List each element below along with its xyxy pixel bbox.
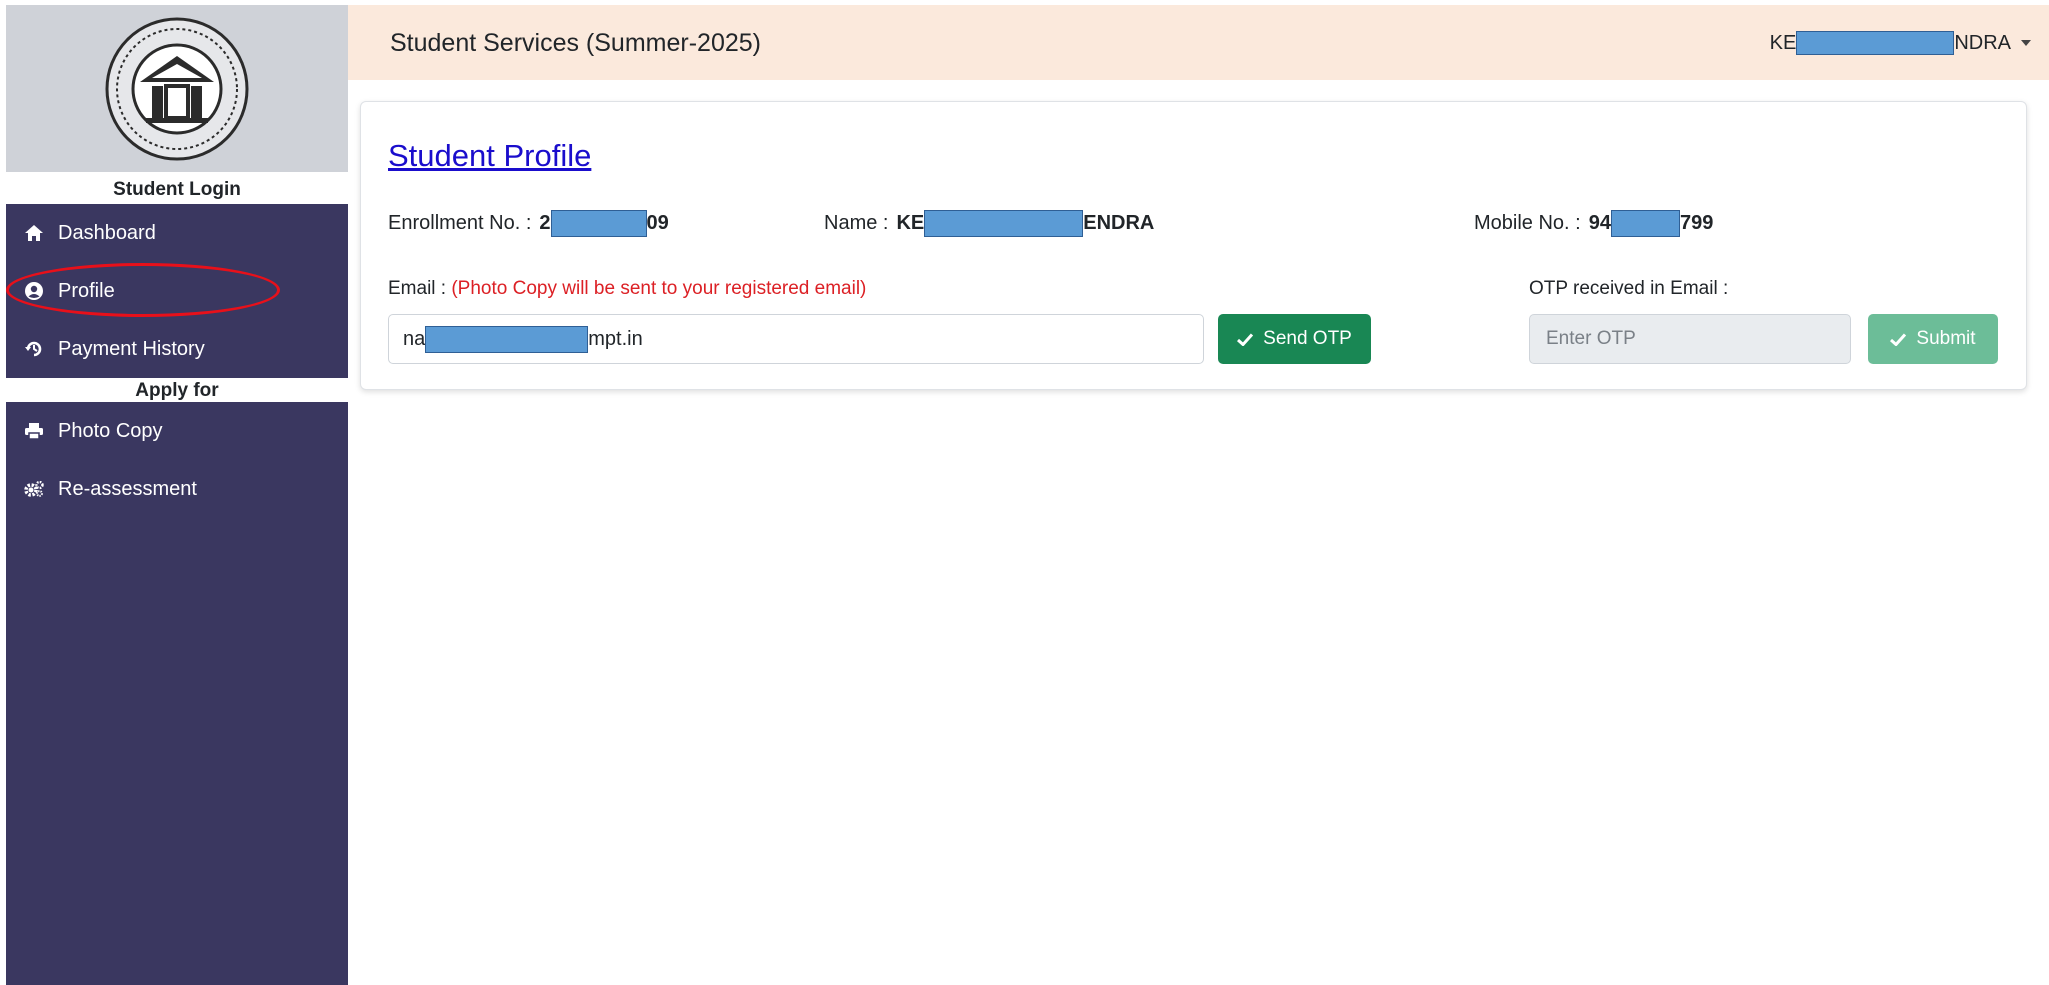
otp-placeholder: Enter OTP <box>1546 328 1636 349</box>
otp-label: OTP received in Email : <box>1529 278 1729 299</box>
send-otp-button[interactable]: Send OTP <box>1218 314 1371 364</box>
sidebar-item-label: Profile <box>58 279 115 302</box>
gears-icon <box>22 481 46 497</box>
redaction-box <box>1796 31 1955 55</box>
history-icon <box>22 340 46 358</box>
student-profile-link[interactable]: Student Profile <box>388 138 591 174</box>
section-student-login: Student Login <box>6 172 348 204</box>
enrollment-label: Enrollment No. : <box>388 212 532 234</box>
email-prefix: na <box>403 327 426 350</box>
mobile-info: Mobile No. : 94 799 <box>1474 210 1713 237</box>
sidebar-item-dashboard[interactable]: Dashboard <box>6 204 348 262</box>
redaction-box <box>425 325 589 353</box>
sidebar-item-label: Photo Copy <box>58 419 163 442</box>
sidebar-item-label: Dashboard <box>58 221 156 244</box>
print-icon <box>22 423 46 439</box>
caret-down-icon <box>2021 40 2031 46</box>
user-menu-dropdown[interactable]: KE NDRA <box>1770 31 2031 55</box>
sidebar-item-label: Re-assessment <box>58 477 197 500</box>
redaction-box <box>1610 210 1680 237</box>
redaction-box <box>924 210 1084 237</box>
user-name-prefix: KE <box>1769 31 1797 54</box>
sidebar-item-payment-history[interactable]: Payment History <box>6 320 348 378</box>
user-name-suffix: NDRA <box>1954 31 2011 54</box>
home-icon <box>22 225 46 241</box>
top-header: Student Services (Summer-2025) KE NDRA <box>348 5 2049 80</box>
name-label: Name : <box>824 212 889 234</box>
sidebar-item-label: Payment History <box>58 337 205 360</box>
name-info: Name : KE ENDRA <box>824 210 1154 237</box>
board-seal-logo <box>105 17 249 160</box>
page-title: Student Services (Summer-2025) <box>390 29 761 57</box>
profile-card: Student Profile Enrollment No. : 2 09 Na… <box>360 101 2027 390</box>
submit-button[interactable]: Submit <box>1868 314 1998 364</box>
otp-input[interactable]: Enter OTP <box>1529 314 1851 364</box>
redaction-box <box>550 210 647 237</box>
email-label: Email : (Photo Copy will be sent to your… <box>388 278 867 299</box>
mobile-label: Mobile No. : <box>1474 212 1581 234</box>
check-icon <box>1237 332 1254 346</box>
sidebar: Student Login Dashboard Profile Payment … <box>6 5 348 985</box>
email-suffix: mpt.in <box>588 327 643 350</box>
enrollment-info: Enrollment No. : 2 09 <box>388 210 669 237</box>
sidebar-item-photo-copy[interactable]: Photo Copy <box>6 402 348 460</box>
sidebar-item-profile[interactable]: Profile <box>6 262 348 320</box>
mobile-prefix: 94 <box>1588 212 1611 234</box>
logo-area <box>6 5 348 172</box>
section-apply-for: Apply for <box>6 378 348 402</box>
mobile-suffix: 799 <box>1679 212 1714 234</box>
enrollment-prefix: 2 <box>539 212 551 234</box>
highlight-annotation <box>6 263 280 317</box>
name-suffix: ENDRA <box>1083 212 1155 234</box>
sidebar-item-re-assessment[interactable]: Re-assessment <box>6 460 348 518</box>
enrollment-suffix: 09 <box>646 212 669 234</box>
name-prefix: KE <box>896 212 925 234</box>
check-icon <box>1890 332 1907 346</box>
user-circle-icon <box>22 282 46 300</box>
email-note: (Photo Copy will be sent to your registe… <box>451 278 867 299</box>
email-field[interactable]: na mpt.in <box>388 314 1204 364</box>
